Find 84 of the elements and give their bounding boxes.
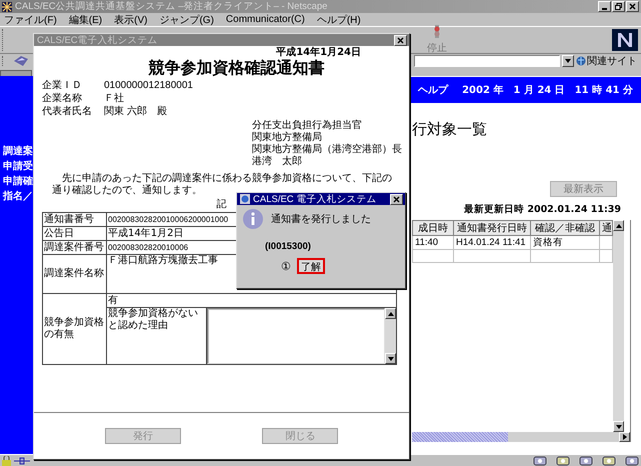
column-header: 通知書発行日時 — [457, 223, 527, 234]
row-label: 競争参加資格がないと認めた理由 — [108, 308, 198, 331]
sidebar-item[interactable]: 申請確 — [3, 174, 33, 188]
scroll-up-icon — [616, 224, 622, 228]
sender-line: 港湾 太郎 — [252, 156, 303, 168]
scroll-up-icon — [388, 312, 394, 316]
caret-icon — [565, 59, 571, 63]
row-label: 調達案件番号 — [44, 242, 104, 252]
bookmark-icon[interactable] — [14, 56, 28, 66]
close-icon — [393, 196, 400, 202]
dialog-message: 通知書を発行しました — [271, 212, 371, 226]
field-value: 0100000012180001 — [104, 80, 194, 92]
reason-text-area[interactable] — [207, 308, 385, 364]
field-label: 企業ＩＤ — [42, 80, 83, 92]
table-cell: H14.01.24 11:41 — [456, 237, 526, 248]
globe-icon — [576, 56, 586, 66]
menu-item[interactable]: 表示(V) — [114, 12, 148, 26]
row-label: 公告日 — [44, 228, 74, 238]
date-time-text: 2002 年 1 月 24 日 11 時 41 分 — [462, 84, 633, 97]
row-value: 有 — [108, 294, 118, 306]
row-value: Ｆ港口航路方塊撤去工事 — [108, 255, 218, 266]
menu-item[interactable]: ジャンプ(G) — [159, 12, 214, 26]
scroll-down-icon — [388, 356, 394, 360]
table-cell: 11:40 — [415, 237, 438, 248]
close-button[interactable] — [394, 34, 407, 46]
restore-icon — [615, 3, 622, 10]
connection-icon — [14, 456, 30, 464]
menu-item[interactable]: ヘルプ(H) — [316, 12, 361, 26]
sender-line: 関東地方整備局 — [252, 132, 323, 144]
row-label: 通知書番号 — [44, 214, 94, 224]
document-title: 競争参加資格確認通知書 — [148, 59, 324, 78]
window-title: CALS/EC公共調達共通基盤システム –発注者クライアント– - Netscape — [15, 0, 328, 13]
scroll-down-icon — [616, 424, 622, 428]
row-value: 平成14年1月2日 — [108, 228, 184, 238]
menu-item[interactable]: ファイル(F) — [4, 12, 57, 26]
row-value: 002008302820010006 — [108, 242, 188, 252]
netscape-logo — [612, 29, 638, 51]
menu-item[interactable]: Communicator(C) — [226, 14, 305, 25]
info-icon — [243, 209, 263, 229]
table-cell: 資格有 — [533, 237, 563, 248]
field-value: 関東 六郎 殿 — [104, 106, 168, 118]
ok-button[interactable]: 了解 — [296, 258, 325, 274]
component-icon[interactable] — [602, 456, 616, 466]
close-icon — [629, 3, 636, 10]
row-label: 調達案件名称 — [44, 268, 104, 279]
sidebar-item[interactable]: 調達案 — [3, 144, 33, 158]
field-label: 企業名称 — [42, 93, 83, 105]
column-header: 確認／非確認 — [535, 223, 595, 234]
help-link[interactable]: ヘルプ — [418, 83, 448, 97]
sender-line: 関東地方整備局（港湾空港部）長 — [252, 144, 401, 156]
dialog-title: CALS/EC 電子入札システム — [253, 192, 378, 206]
last-updated-text: 最新更新日時 2002.01.24 11:39 — [463, 203, 622, 216]
component-icon[interactable] — [579, 456, 593, 466]
component-icon[interactable] — [533, 456, 547, 466]
lock-icon — [2, 456, 11, 466]
sidebar-item[interactable]: 申請受 — [3, 159, 33, 173]
row-value: 002008302820010006200001000 — [108, 214, 228, 224]
component-icon[interactable] — [556, 456, 570, 466]
app-icon — [240, 194, 250, 204]
note-mark: 記 — [216, 199, 226, 211]
callout-number: ① — [281, 260, 291, 272]
window-title: CALS/EC電子入札システム — [37, 34, 158, 46]
menu-item[interactable]: 編集(E) — [68, 12, 102, 26]
app-icon — [2, 2, 12, 12]
field-value: Ｆ社 — [104, 93, 125, 105]
horizontal-scrollbar[interactable] — [412, 432, 630, 442]
vertical-scrollbar[interactable] — [385, 308, 396, 364]
page-heading: 行対象一覧 — [412, 120, 488, 139]
message-code: (I0015300) — [265, 241, 312, 252]
sender-line: 分任支出負担行為担当官 — [252, 120, 363, 132]
location-field[interactable] — [414, 55, 560, 67]
issue-date: 平成14年1月24日 — [276, 47, 361, 59]
row-label: 競争参加資格の有無 — [44, 317, 104, 340]
component-icon[interactable] — [625, 456, 639, 466]
close-button[interactable] — [390, 194, 403, 204]
sidebar-item[interactable]: 指名／ — [3, 189, 33, 203]
related-sites-button[interactable]: 関連サイト — [576, 54, 641, 68]
column-header: 成日時 — [418, 223, 448, 234]
close-icon — [397, 36, 404, 44]
column-header: 通 — [602, 223, 612, 234]
scroll-right-icon — [622, 434, 626, 440]
dropdown-button[interactable] — [562, 55, 574, 67]
field-label: 代表者氏名 — [42, 106, 93, 118]
vertical-scrollbar[interactable] — [613, 220, 624, 432]
